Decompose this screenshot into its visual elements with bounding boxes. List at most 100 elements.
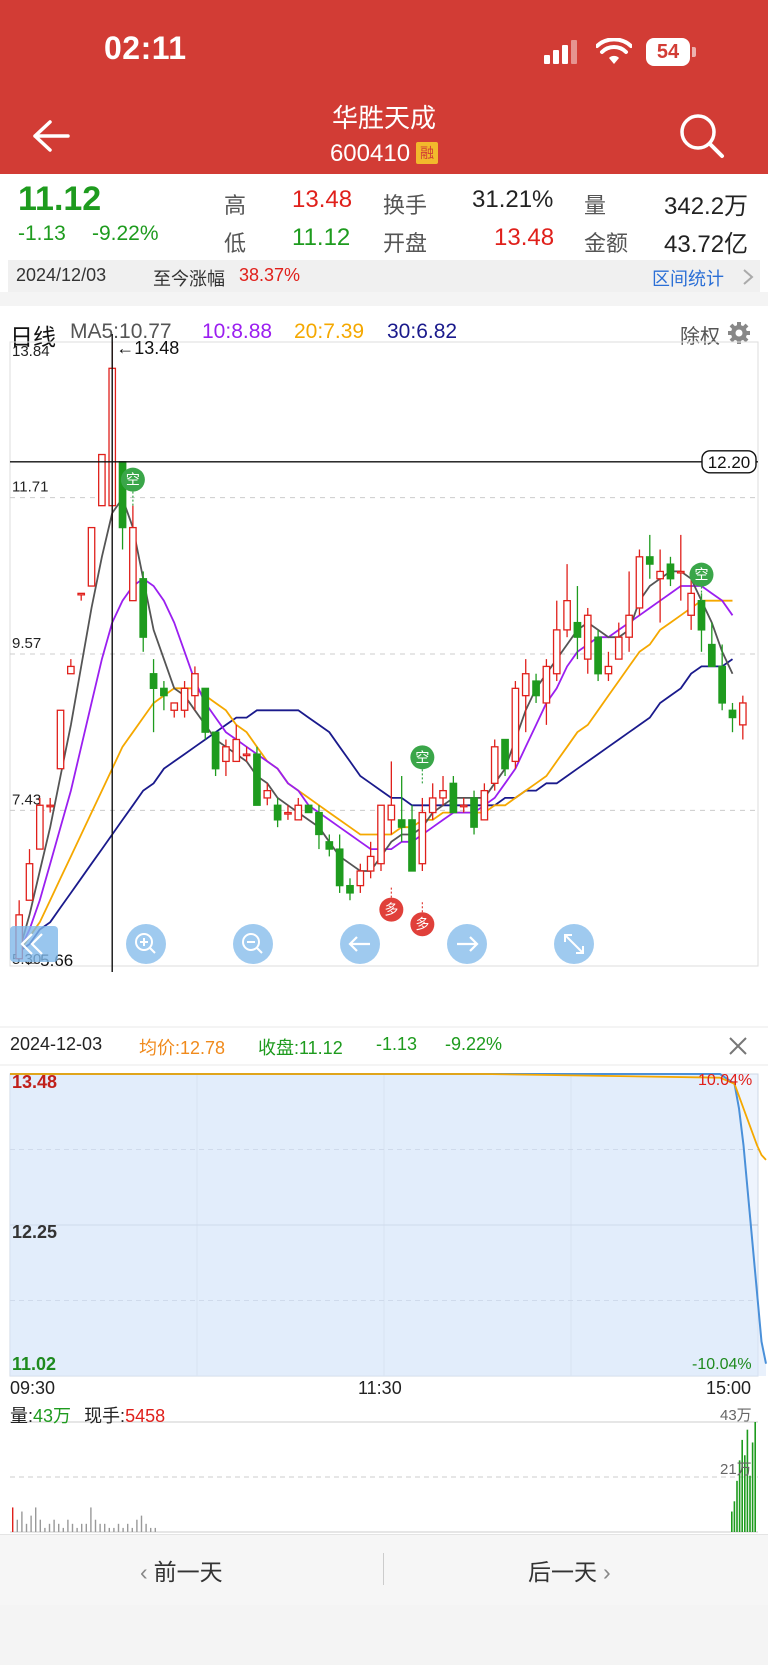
time-start: 09:30 — [10, 1378, 56, 1398]
candle[interactable] — [656, 549, 664, 623]
chevron-right-icon: › — [603, 1559, 611, 1585]
header: 02:11 54 华胜天成 600410 融 — [0, 0, 768, 174]
candle[interactable] — [139, 571, 148, 652]
candle[interactable] — [180, 681, 189, 718]
stock-name: 华胜天成 — [331, 103, 436, 133]
candle[interactable] — [211, 731, 220, 777]
candle[interactable] — [149, 659, 158, 733]
kline-panel[interactable]: 日线 MA5:10.77 10:8.88 20:7.39 30:6.82 除权 … — [0, 306, 768, 1026]
candle[interactable] — [294, 797, 303, 821]
candle-body — [676, 570, 685, 574]
candle[interactable] — [738, 695, 747, 740]
candle[interactable] — [56, 709, 65, 770]
intraday-pct-bottom: -10.04% — [692, 1356, 752, 1373]
volume-label: 量 — [584, 193, 607, 218]
zoom-out-button-bg — [233, 924, 273, 964]
candle[interactable] — [604, 651, 613, 682]
candle-body — [263, 789, 272, 799]
candle-body — [490, 746, 499, 784]
interval-stats-link[interactable]: 区间统计 — [652, 265, 724, 291]
volume-bar — [21, 1511, 23, 1532]
volume-bar — [35, 1507, 37, 1532]
candle[interactable] — [67, 659, 75, 675]
pan-left-button[interactable] — [340, 924, 380, 964]
signal-marker[interactable]: 多 — [410, 900, 435, 937]
candle[interactable] — [346, 878, 354, 901]
candle[interactable] — [511, 681, 520, 769]
candle[interactable] — [253, 746, 261, 806]
candle[interactable] — [397, 776, 406, 842]
candle[interactable] — [573, 586, 582, 660]
candle[interactable] — [532, 673, 540, 703]
candle[interactable] — [521, 659, 530, 733]
signal-marker[interactable]: 多 — [379, 885, 404, 922]
volume-bar — [751, 1442, 754, 1532]
prev-day-button[interactable]: ‹ 前一天 — [140, 1553, 223, 1587]
candle[interactable] — [583, 607, 592, 674]
price-change: -1.13 — [18, 222, 66, 245]
candle[interactable] — [552, 600, 561, 682]
candle[interactable] — [304, 804, 313, 814]
info-date: 2024-12-03 — [10, 1034, 103, 1054]
date-bar: 2024/12/03 至今涨幅 38.37% 区间统计 — [8, 260, 760, 292]
volume-bar — [85, 1523, 87, 1532]
signal-label: 空 — [126, 472, 140, 488]
fullscreen-button[interactable] — [554, 924, 594, 964]
candle[interactable] — [201, 687, 210, 740]
kline-chart[interactable]: 13.8411.719.577.435.3012.20←13.48←5.66空空… — [0, 306, 768, 1026]
candle[interactable] — [635, 549, 644, 616]
candle[interactable] — [439, 776, 447, 806]
candle[interactable] — [666, 556, 675, 587]
intraday-chart[interactable] — [0, 1066, 768, 1534]
intraday-pct-top: 10.04% — [698, 1072, 753, 1089]
intraday-panel[interactable]: 13.48 12.25 11.02 10.04% -10.04% 09:30 1… — [0, 1066, 768, 1534]
candle-body — [428, 797, 437, 814]
zoom-in-button[interactable] — [126, 924, 166, 964]
candle[interactable] — [35, 797, 44, 850]
candle[interactable] — [625, 571, 633, 652]
candle[interactable] — [335, 834, 344, 893]
candle[interactable] — [77, 592, 86, 601]
candle[interactable] — [563, 564, 571, 638]
volume-bar — [53, 1519, 55, 1532]
candle[interactable] — [25, 849, 34, 901]
candle-body — [25, 863, 34, 901]
stock-code: 600410 — [329, 140, 411, 167]
candle[interactable] — [676, 534, 685, 601]
collapse-left-button[interactable] — [10, 926, 58, 962]
candle[interactable] — [697, 593, 706, 652]
volume-bar — [108, 1527, 110, 1532]
turnover-value: 31.21% — [472, 186, 554, 213]
chevron-right-icon — [743, 269, 754, 285]
candle[interactable] — [408, 805, 416, 872]
candle[interactable] — [160, 681, 168, 711]
candle[interactable] — [728, 702, 737, 733]
candle[interactable] — [449, 776, 458, 814]
candle[interactable] — [542, 659, 551, 725]
search-icon[interactable] — [678, 112, 726, 160]
candle[interactable] — [490, 739, 499, 791]
kline-y-label: 9.57 — [12, 635, 41, 652]
next-day-button[interactable]: 后一天 › — [528, 1553, 611, 1587]
signal-marker[interactable]: 空 — [410, 745, 435, 784]
candle-body — [573, 621, 582, 638]
candle[interactable] — [232, 724, 241, 763]
zoom-out-button[interactable] — [233, 924, 273, 964]
candle[interactable] — [480, 783, 489, 821]
candle[interactable] — [594, 629, 602, 682]
candle[interactable] — [377, 804, 385, 872]
ma5-line — [18, 496, 734, 952]
cur-label: 现手: — [84, 1406, 126, 1426]
pan-right-button[interactable] — [447, 924, 487, 964]
candle-body — [583, 614, 592, 660]
close-icon[interactable] — [728, 1036, 748, 1056]
amount-value: 43.72亿 — [664, 231, 749, 258]
candle-body — [459, 804, 468, 808]
candle[interactable] — [645, 534, 654, 579]
candle[interactable] — [170, 702, 179, 718]
candle[interactable] — [418, 797, 427, 872]
candle[interactable] — [356, 863, 365, 893]
candle[interactable] — [87, 526, 96, 587]
low-value: 11.12 — [292, 224, 351, 251]
candle[interactable] — [273, 797, 282, 828]
